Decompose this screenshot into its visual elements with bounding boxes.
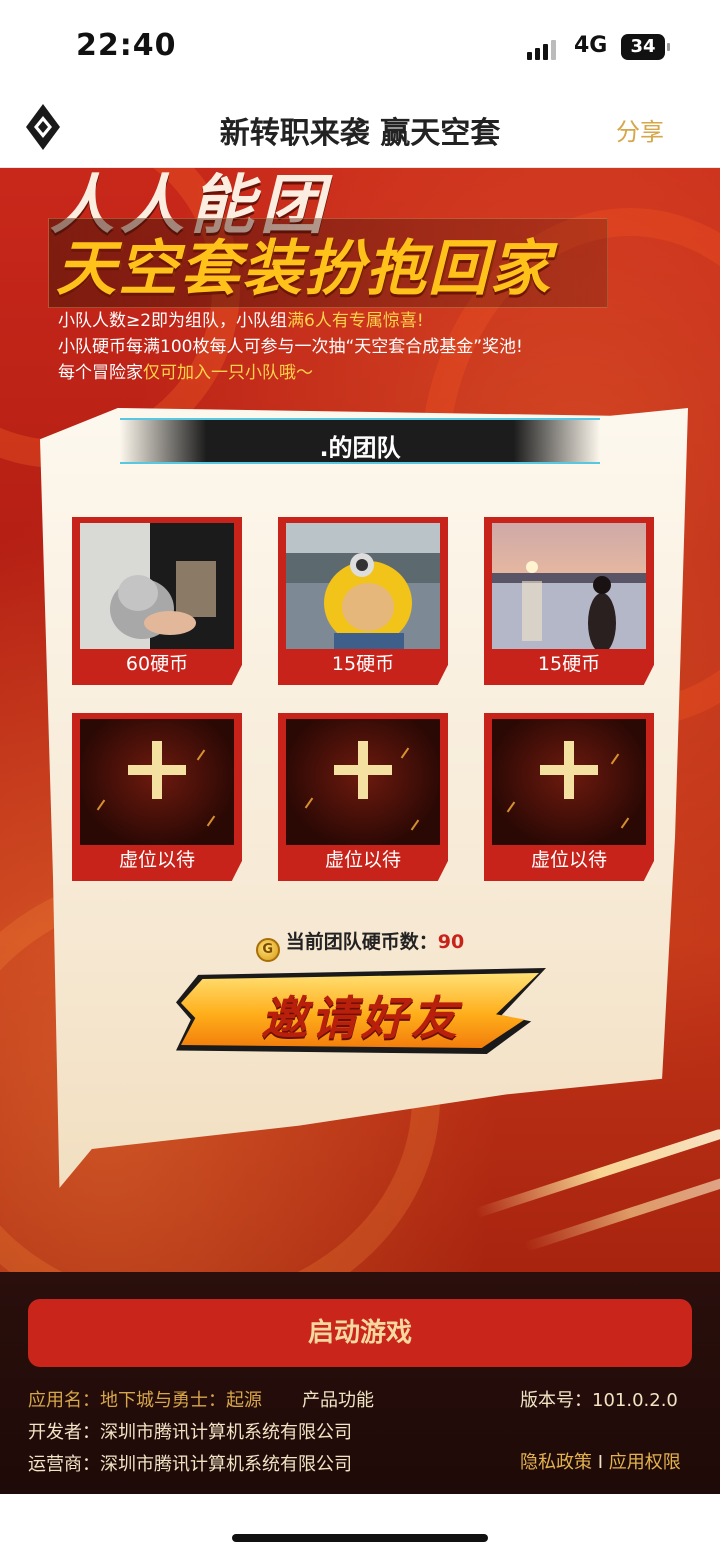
- empty-slot[interactable]: 虚位以待: [72, 713, 242, 881]
- empty-slot[interactable]: 虚位以待: [484, 713, 654, 881]
- home-indicator: [0, 1494, 720, 1558]
- plus-icon: [334, 741, 392, 799]
- rule-text: 小队硬币每满100枚每人可参与一次抽“天空套合成基金”奖池!: [58, 337, 523, 357]
- status-time: 22:40: [76, 28, 177, 63]
- app-permissions-link[interactable]: 应用权限: [609, 1452, 681, 1473]
- signal-icon: [527, 38, 563, 60]
- battery-icon: 34: [621, 34, 670, 60]
- rule-line: 小队硬币每满100枚每人可参与一次抽“天空套合成基金”奖池!: [58, 334, 523, 360]
- developer-value: 深圳市腾讯计算机系统有限公司: [100, 1422, 352, 1443]
- features-label: 产品功能: [302, 1390, 374, 1411]
- empty-slot[interactable]: 虚位以待: [278, 713, 448, 881]
- empty-slot-label: 虚位以待: [324, 849, 401, 871]
- nav-bar: 新转职来袭 赢天空套 分享: [0, 90, 720, 168]
- version-key: 版本号：: [520, 1390, 592, 1411]
- features-link[interactable]: 产品功能: [302, 1386, 374, 1412]
- share-button[interactable]: 分享: [616, 112, 664, 147]
- team-coins-value: 90: [437, 931, 465, 953]
- legal-links: 隐私政策 I 应用权限: [520, 1448, 681, 1474]
- operator-value: 深圳市腾讯计算机系统有限公司: [100, 1454, 352, 1475]
- member-coins: 15硬币: [331, 653, 395, 675]
- event-rules: 小队人数≥2即为组队，小队组满6人有专属惊喜! 小队硬币每满100枚每人可参与一…: [58, 308, 523, 386]
- developer-row: 开发者：深圳市腾讯计算机系统有限公司: [28, 1418, 352, 1444]
- rule-highlight: 满6人有专属惊喜!: [287, 311, 424, 331]
- version-value: 101.0.2.0: [592, 1390, 678, 1411]
- headline: 天空套装扮抱回家: [56, 234, 552, 304]
- rule-text: 小队人数≥2即为组队，小队组: [58, 311, 288, 331]
- plus-icon: [128, 741, 186, 799]
- invite-button-label: 邀请好友: [261, 991, 461, 1045]
- decor-streak: [474, 1128, 720, 1218]
- network-type: 4G: [574, 33, 608, 58]
- team-name: .的团队: [319, 434, 401, 462]
- developer-key: 开发者：: [28, 1422, 100, 1443]
- member-slot[interactable]: 15硬币: [484, 517, 654, 685]
- app-name-row: 应用名：地下城与勇士：起源: [28, 1386, 262, 1412]
- rule-highlight: 仅可加入一只小队哦～: [143, 363, 313, 383]
- member-coins: 15硬币: [537, 653, 601, 675]
- page-title: 新转职来袭 赢天空套: [219, 116, 501, 151]
- team-coins: G 当前团队硬币数：90: [0, 927, 720, 962]
- plus-icon: [540, 741, 598, 799]
- empty-slot-image: [286, 719, 440, 845]
- team-coins-label: 当前团队硬币数：: [285, 931, 438, 953]
- member-slot[interactable]: 60硬币: [72, 517, 242, 685]
- coin-icon: G: [255, 938, 280, 962]
- empty-slot-label: 虚位以待: [118, 849, 195, 871]
- status-bar: 22:40 4G 34: [0, 0, 720, 90]
- member-slot[interactable]: 15硬币: [278, 517, 448, 685]
- rule-line: 小队人数≥2即为组队，小队组满6人有专属惊喜!: [58, 308, 523, 334]
- member-avatar: [492, 523, 646, 649]
- home-indicator-bar[interactable]: [232, 1534, 488, 1542]
- operator-key: 运营商：: [28, 1454, 100, 1475]
- app-name-value: 地下城与勇士：起源: [100, 1390, 262, 1411]
- privacy-policy-link[interactable]: 隐私政策: [520, 1452, 592, 1473]
- operator-row: 运营商：深圳市腾讯计算机系统有限公司: [28, 1450, 352, 1476]
- empty-slot-label: 虚位以待: [530, 849, 607, 871]
- version-row: 版本号：101.0.2.0: [520, 1386, 678, 1412]
- rule-line: 每个冒险家仅可加入一只小队哦～: [58, 360, 523, 386]
- empty-slot-image: [80, 719, 234, 845]
- footer: 启动游戏 应用名：地下城与勇士：起源 产品功能 版本号：101.0.2.0 开发…: [0, 1272, 720, 1494]
- member-avatar: [286, 523, 440, 649]
- app-name-key: 应用名：: [28, 1390, 100, 1411]
- invite-friends-button[interactable]: 邀请好友: [176, 968, 546, 1054]
- empty-slot-image: [492, 719, 646, 845]
- member-coins: 60硬币: [125, 653, 189, 675]
- link-separator: I: [597, 1452, 604, 1473]
- rule-text: 每个冒险家: [58, 363, 143, 383]
- member-avatar: [80, 523, 234, 649]
- launch-game-button[interactable]: 启动游戏: [28, 1299, 692, 1367]
